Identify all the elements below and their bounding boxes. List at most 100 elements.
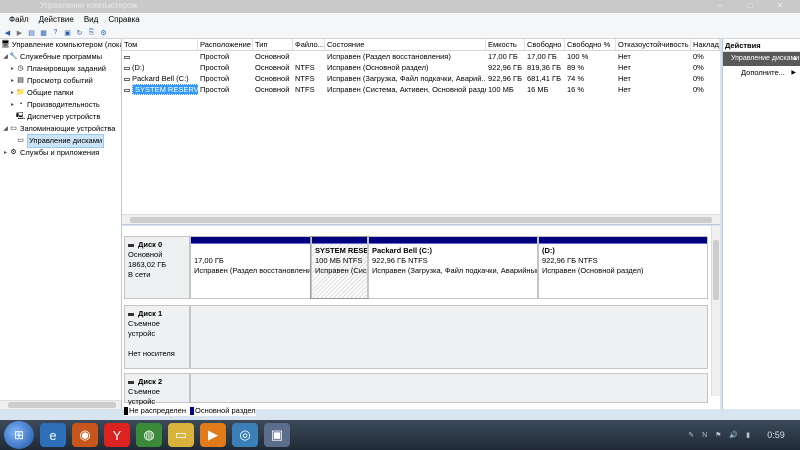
pen-icon[interactable]: ✎ bbox=[688, 431, 694, 439]
chrome-icon[interactable]: ◍ bbox=[136, 423, 162, 447]
disk-legend: Не распределен Основной раздел bbox=[124, 405, 256, 416]
tree-item-performance[interactable]: ▸ ◔ Производительность bbox=[0, 99, 121, 111]
collapse-icon[interactable]: ▴ bbox=[793, 52, 797, 66]
expand-icon[interactable]: ▸ bbox=[9, 99, 16, 111]
disk-0-row: Диск 0 Основной 1863,02 ГБ В сети 17,00 … bbox=[124, 236, 708, 299]
media-player-icon[interactable]: ▶ bbox=[200, 423, 226, 447]
legend-primary: Основной раздел bbox=[190, 405, 256, 416]
network-icon[interactable]: ◎ bbox=[232, 423, 258, 447]
system-tray: ✎ N ⚑ 🔊 ▮ 0:59 bbox=[688, 420, 794, 450]
tree-horizontal-scrollbar[interactable] bbox=[0, 400, 121, 409]
onenote-icon[interactable]: N bbox=[702, 432, 707, 439]
partition-system-reserved[interactable]: SYSTEM RESEI 100 МБ NTFS Исправен (Сист bbox=[310, 236, 369, 299]
yandex-icon[interactable]: Y bbox=[104, 423, 130, 447]
column-header[interactable]: Свободно % bbox=[565, 39, 616, 50]
actions-section-disk-management[interactable]: Управление дисками ▴ bbox=[723, 52, 800, 66]
menu-bar: Файл Действие Вид Справка bbox=[0, 13, 800, 27]
start-icon[interactable]: ⊞ bbox=[4, 421, 34, 449]
column-header[interactable]: Свободно bbox=[525, 39, 565, 50]
actions-more[interactable]: Дополните... ▶ bbox=[723, 66, 800, 80]
disk-1-area bbox=[190, 305, 708, 369]
tree-item-computer-management[interactable]: 🖥 Управление компьютером (лока bbox=[0, 39, 121, 51]
up-icon[interactable]: ▤ bbox=[26, 28, 37, 38]
title-bar: Управление компьютером – □ ✕ bbox=[0, 0, 800, 13]
actions-header: Действия bbox=[723, 39, 800, 52]
column-header[interactable]: Отказоустойчивость bbox=[616, 39, 691, 50]
tree-item-task-scheduler[interactable]: ▸ ◷ Планировщик заданий bbox=[0, 63, 121, 75]
tree-item-system-tools[interactable]: ◢ 🔧 Служебные программы bbox=[0, 51, 121, 63]
network-tray-icon[interactable]: ▮ bbox=[746, 431, 750, 439]
disk-2-label[interactable]: Диск 2 Съемное устройс bbox=[124, 373, 190, 406]
disk-2-area bbox=[190, 373, 708, 403]
volume-list-horizontal-scrollbar[interactable] bbox=[122, 214, 720, 224]
column-header[interactable]: Расположение bbox=[198, 39, 253, 50]
table-row[interactable]: Простой Основной Исправен (Раздел восста… bbox=[122, 51, 720, 62]
expand-icon[interactable]: ▸ bbox=[9, 63, 16, 75]
forward-icon[interactable]: ▶ bbox=[14, 28, 25, 38]
clock[interactable]: 0:59 bbox=[758, 430, 794, 440]
storage-icon: ▭ bbox=[10, 125, 17, 132]
submenu-arrow-icon: ▶ bbox=[791, 70, 796, 76]
disk-map: Диск 0 Основной 1863,02 ГБ В сети 17,00 … bbox=[122, 226, 720, 409]
properties-icon[interactable]: ▣ bbox=[62, 28, 73, 38]
tree-item-shared-folders[interactable]: ▸ 📁 Общие папки bbox=[0, 87, 121, 99]
expand-icon[interactable]: ▸ bbox=[9, 75, 16, 87]
partition-d[interactable]: (D:) 922,96 ГБ NTFS Исправен (Основной р… bbox=[538, 237, 708, 298]
disk-1-label[interactable]: Диск 1 Съемное устройс Нет носителя bbox=[124, 305, 190, 369]
partition-c[interactable]: Packard Bell (C:) 922,96 ГБ NTFS Исправе… bbox=[368, 237, 538, 298]
tree-item-device-manager[interactable]: 🖳 Диспетчер устройств bbox=[0, 111, 121, 123]
actions-pane: Действия Управление дисками ▴ Дополните.… bbox=[722, 39, 800, 409]
settings-icon[interactable]: ⚙ bbox=[98, 28, 109, 38]
partition-recovery[interactable]: 17,00 ГБ Исправен (Раздел восстановлени bbox=[190, 237, 311, 298]
disk-icon bbox=[128, 243, 134, 247]
help-icon[interactable]: ? bbox=[50, 28, 61, 38]
column-header[interactable]: Состояние bbox=[325, 39, 486, 50]
services-icon: ⚙ bbox=[10, 149, 17, 156]
close-button[interactable]: ✕ bbox=[770, 2, 790, 10]
menu-view[interactable]: Вид bbox=[79, 13, 103, 27]
volume-icon bbox=[124, 66, 130, 70]
ie-icon[interactable]: e bbox=[40, 423, 66, 447]
scheduler-icon: ◷ bbox=[17, 65, 24, 72]
back-icon[interactable]: ◀ bbox=[2, 28, 13, 38]
column-header[interactable]: Емкость bbox=[486, 39, 525, 50]
computer-icon: 🖥 bbox=[1, 41, 10, 48]
speaker-icon[interactable]: 🔊 bbox=[729, 431, 738, 439]
menu-file[interactable]: Файл bbox=[4, 13, 34, 27]
column-header[interactable]: Файло... bbox=[293, 39, 325, 50]
tree-item-disk-management[interactable]: ▭ Управление дисками bbox=[0, 134, 121, 148]
explorer-icon[interactable]: ▭ bbox=[168, 423, 194, 447]
menu-help[interactable]: Справка bbox=[103, 13, 144, 27]
expand-icon[interactable]: ▸ bbox=[9, 87, 16, 99]
disk-map-vertical-scrollbar[interactable] bbox=[711, 226, 720, 396]
shared-folders-icon: 📁 bbox=[16, 89, 25, 96]
tools-icon: 🔧 bbox=[9, 53, 18, 60]
tree-item-event-viewer[interactable]: ▸ ▤ Просмотр событий bbox=[0, 75, 121, 87]
tree-item-services-apps[interactable]: ▸ ⚙ Службы и приложения bbox=[0, 147, 121, 159]
export-icon[interactable]: ⎘ bbox=[86, 28, 97, 38]
column-header[interactable]: Наклад bbox=[691, 39, 720, 50]
menu-action[interactable]: Действие bbox=[34, 13, 79, 27]
column-header[interactable]: Тип bbox=[253, 39, 293, 50]
table-row[interactable]: (D:) Простой Основной NTFS Исправен (Осн… bbox=[122, 62, 720, 73]
disk-icon bbox=[128, 380, 134, 384]
window-title: Управление компьютером bbox=[40, 1, 137, 10]
table-row-selected[interactable]: SYSTEM RESERVED Простой Основной NTFS Ис… bbox=[122, 84, 720, 95]
collapse-icon[interactable]: ◢ bbox=[2, 51, 9, 63]
volume-list-header: Том Расположение Тип Файло... Состояние … bbox=[122, 39, 720, 51]
taskbar: ⊞ e ◉ Y ◍ ▭ ▶ ◎ ▣ ✎ N ⚑ 🔊 ▮ 0:59 bbox=[0, 420, 800, 450]
maximize-button[interactable]: □ bbox=[740, 2, 760, 10]
expand-icon[interactable]: ▸ bbox=[2, 147, 9, 159]
collapse-icon[interactable]: ◢ bbox=[2, 123, 9, 135]
show-hide-tree-icon[interactable]: ▦ bbox=[38, 28, 49, 38]
computer-management-icon[interactable]: ▣ bbox=[264, 423, 290, 447]
firefox-icon[interactable]: ◉ bbox=[72, 423, 98, 447]
table-row[interactable]: Packard Bell (C:) Простой Основной NTFS … bbox=[122, 73, 720, 84]
minimize-button[interactable]: – bbox=[710, 2, 730, 10]
flag-icon[interactable]: ⚑ bbox=[715, 431, 721, 439]
refresh-icon[interactable]: ↻ bbox=[74, 28, 85, 38]
disk-icon bbox=[128, 312, 134, 316]
disk-0-label[interactable]: Диск 0 Основной 1863,02 ГБ В сети bbox=[124, 236, 190, 299]
column-header[interactable]: Том bbox=[122, 39, 198, 50]
performance-icon: ◔ bbox=[18, 101, 23, 108]
